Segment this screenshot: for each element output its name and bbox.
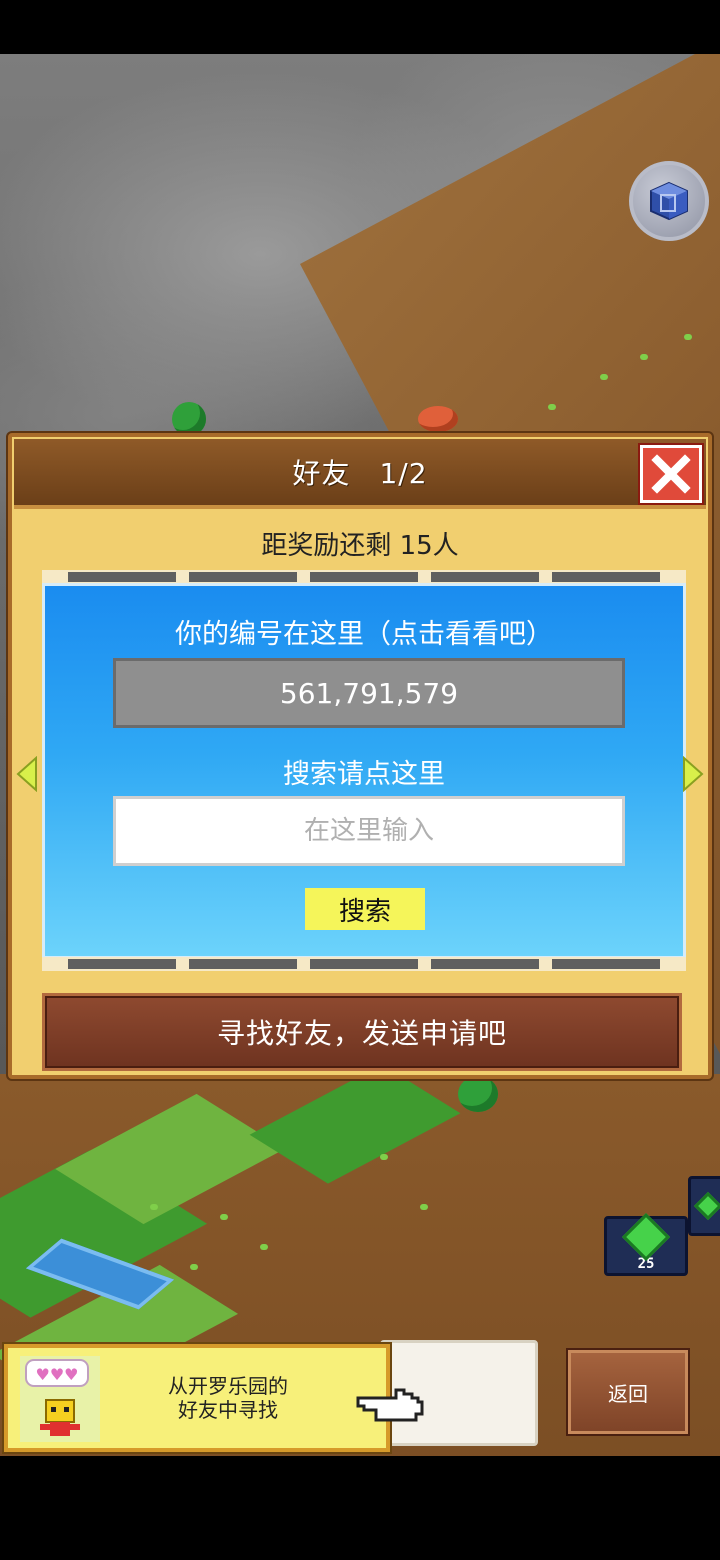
cube-view-button[interactable] (629, 161, 709, 241)
sprout (190, 1264, 198, 1270)
gem-icon (621, 1212, 671, 1262)
close-icon (651, 454, 691, 494)
sprout (220, 1214, 228, 1220)
flower-bush (418, 406, 458, 432)
kairo-friends-tip[interactable]: ♥♥♥ 从开罗乐园的 好友中寻找 (4, 1344, 390, 1452)
close-button[interactable] (640, 445, 702, 503)
tree (172, 402, 206, 436)
sprout (150, 1204, 158, 1210)
gem-resource-card-partial[interactable] (688, 1176, 720, 1236)
back-button[interactable]: 返回 (568, 1350, 688, 1434)
tip-text: 从开罗乐园的 好友中寻找 (168, 1374, 288, 1422)
sprout (684, 334, 692, 340)
dialog-title: 好友 1/2 (292, 457, 428, 490)
arrow-right-icon[interactable] (682, 756, 704, 792)
sprout (420, 1204, 428, 1210)
dialog-header: 好友 1/2 (14, 439, 706, 509)
sprout (548, 404, 556, 410)
slot-strip-top (42, 570, 686, 584)
gem-icon (693, 1191, 720, 1221)
sprout (640, 354, 648, 360)
find-friends-button[interactable]: 寻找好友，发送申请吧 (42, 993, 682, 1071)
cube-view-icon (650, 181, 688, 221)
reward-remaining-text: 距奖励还剩 15人 (261, 531, 459, 561)
sprout (600, 374, 608, 380)
slot-strip-bottom (42, 957, 686, 971)
player-id-caption: 你的编号在这里（点击看看吧） (175, 619, 553, 650)
friend-id-search-input[interactable] (113, 796, 625, 866)
search-button[interactable]: 搜索 (305, 888, 425, 930)
sprout (260, 1244, 268, 1250)
sprout (380, 1154, 388, 1160)
svg-text:♥♥♥: ♥♥♥ (35, 1365, 78, 1384)
avatar: ♥♥♥ (20, 1356, 100, 1442)
search-caption: 搜索请点这里 (283, 759, 445, 790)
arrow-left-icon[interactable] (16, 756, 38, 792)
search-panel: 你的编号在这里（点击看看吧） 561,791,579 搜索请点这里 搜索 (42, 583, 686, 959)
gem-resource-card[interactable]: 25 (604, 1212, 688, 1276)
tree (458, 1076, 498, 1112)
friend-dialog: 好友 1/2 距奖励还剩 15人 你的编号在这里（点击看看吧） 561,791,… (8, 433, 712, 1079)
player-id-box[interactable]: 561,791,579 (113, 658, 625, 728)
robot-avatar-icon: ♥♥♥ (25, 1359, 89, 1436)
hand-pointer-icon (356, 1388, 424, 1422)
